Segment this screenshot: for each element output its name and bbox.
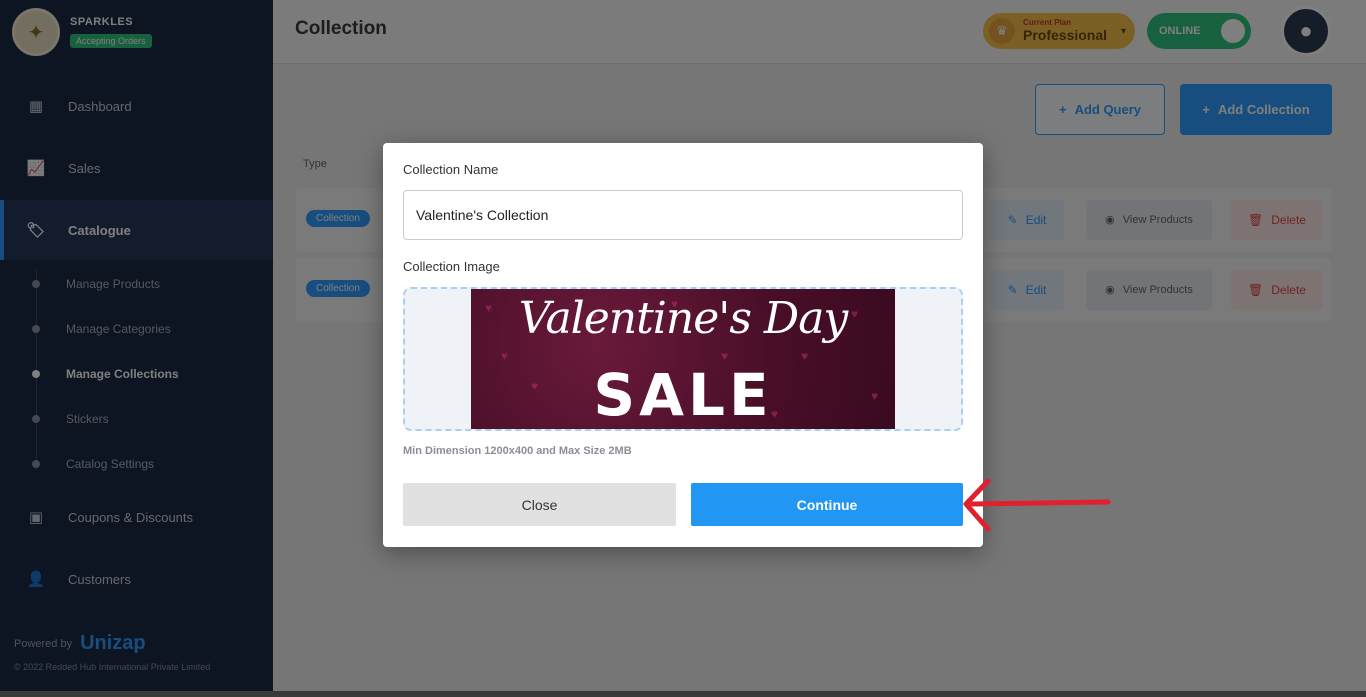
collection-image-label: Collection Image (403, 259, 500, 274)
collection-name-input[interactable] (403, 190, 963, 240)
image-size-hint: Min Dimension 1200x400 and Max Size 2MB (403, 445, 632, 457)
close-button[interactable]: Close (403, 483, 676, 526)
image-upload-area[interactable]: ♥ ♥ ♥ ♥ ♥ ♥ ♥ ♥ ♥ ♥ Valentine's Day SALE (403, 287, 963, 431)
annotation-arrow-icon (963, 478, 1111, 532)
continue-button[interactable]: Continue (691, 483, 963, 526)
collection-image-preview: ♥ ♥ ♥ ♥ ♥ ♥ ♥ ♥ ♥ ♥ Valentine's Day SALE (471, 289, 895, 429)
collection-modal: Collection Name Collection Image ♥ ♥ ♥ ♥… (383, 143, 983, 547)
banner-sale-text: SALE (593, 361, 773, 429)
banner-title: Valentine's Day (518, 293, 849, 344)
collection-name-label: Collection Name (403, 162, 499, 177)
window-bottom-edge (0, 691, 1366, 697)
